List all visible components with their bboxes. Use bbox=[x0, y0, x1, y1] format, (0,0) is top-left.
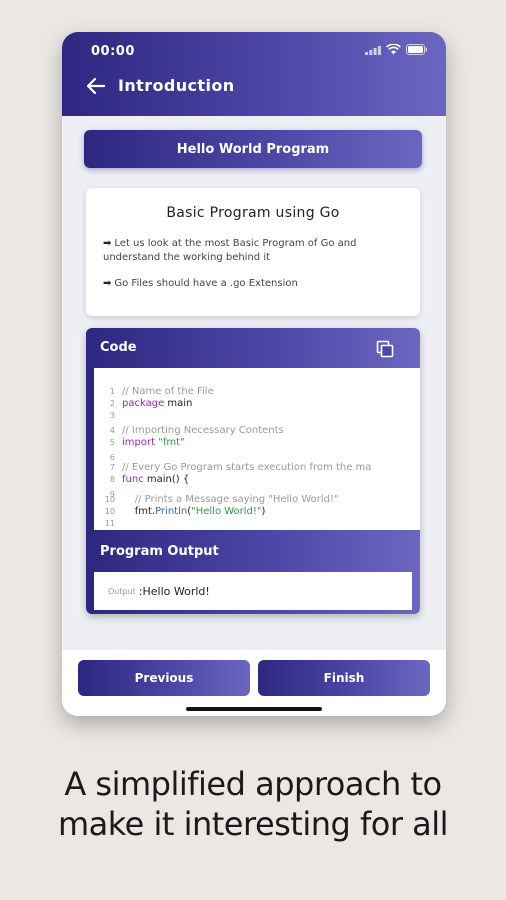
wifi-icon bbox=[386, 44, 401, 55]
topic-header: Hello World Program bbox=[84, 130, 422, 168]
code-token: // Every Go Program starts execution fro… bbox=[122, 462, 372, 473]
line-number: 11 bbox=[104, 519, 115, 528]
arrow-right-icon: ➡ bbox=[103, 238, 112, 249]
line-number: 2 bbox=[109, 399, 115, 408]
line-number: 3 bbox=[109, 411, 115, 420]
line-number: 1 bbox=[109, 387, 115, 396]
topic-label: Hello World Program bbox=[176, 141, 330, 157]
output-label: Output bbox=[108, 586, 136, 596]
status-icons bbox=[365, 44, 428, 55]
code-line: 1 // Name of the File bbox=[94, 386, 214, 398]
code-line: 8 func main() { bbox=[94, 474, 189, 486]
code-token: "fmt" bbox=[158, 437, 185, 448]
code-token: // Importing Necessary Contents bbox=[122, 425, 284, 436]
line-number: 8 bbox=[109, 475, 115, 484]
code-token: main bbox=[164, 398, 193, 409]
code-token: import bbox=[122, 437, 156, 448]
code-header: Code bbox=[100, 340, 137, 355]
code-token: func bbox=[122, 474, 144, 485]
page-title: Introduction bbox=[118, 76, 235, 95]
info-card: Basic Program using Go ➡ Let us look at t… bbox=[86, 188, 420, 316]
output-block: Output :Hello World! bbox=[94, 572, 412, 610]
code-token: package bbox=[122, 398, 165, 409]
code-token: fmt. bbox=[122, 506, 156, 517]
code-token: // Prints a Message saying "Hello World!… bbox=[122, 494, 339, 505]
code-line: 2 package main bbox=[94, 398, 192, 410]
output-header: Program Output bbox=[100, 544, 219, 559]
line-number: 7 bbox=[109, 463, 115, 472]
caption-line: make it interesting for all bbox=[57, 805, 449, 843]
phone-frame: 00:00 Introduction Hello World Program B… bbox=[62, 32, 446, 716]
code-line: 5 import "fmt" bbox=[94, 437, 185, 449]
arrow-right-icon: ➡ bbox=[103, 278, 112, 289]
previous-button[interactable]: Previous bbox=[78, 660, 250, 696]
code-line: 10 // Prints a Message saying "Hello Wor… bbox=[94, 494, 339, 506]
back-arrow-icon[interactable] bbox=[86, 77, 106, 95]
code-line: 7 // Every Go Program starts execution fr… bbox=[94, 462, 372, 474]
code-line: 4 // Importing Necessary Contents bbox=[94, 425, 284, 437]
code-line: 3 bbox=[94, 410, 122, 422]
code-line: 11 bbox=[94, 518, 122, 530]
info-point: ➡ Go Files should have a .go Extension bbox=[103, 278, 298, 289]
info-point: ➡ Let us look at the most Basic Program o… bbox=[103, 238, 357, 263]
battery-icon bbox=[406, 44, 428, 55]
info-title: Basic Program using Go bbox=[166, 205, 340, 221]
line-number: 4 bbox=[109, 426, 115, 435]
caption-line: A simplified approach to bbox=[64, 765, 442, 803]
code-card: Code 1 // Name of the File 2 package main 3 4… bbox=[86, 328, 420, 614]
line-number: 10 bbox=[104, 495, 115, 504]
code-token: // Name of the File bbox=[122, 386, 214, 397]
code-token: main() { bbox=[143, 474, 190, 485]
promo-caption: A simplified approach to make it interes… bbox=[0, 764, 506, 844]
code-line: 10 fmt.Println("Hello World!") bbox=[94, 506, 266, 518]
line-number: 5 bbox=[109, 438, 115, 447]
finish-button[interactable]: Finish bbox=[258, 660, 430, 696]
home-indicator[interactable] bbox=[186, 707, 322, 711]
bottom-nav: Previous Finish bbox=[62, 650, 446, 716]
line-number: 10 bbox=[104, 507, 115, 516]
code-token: Println bbox=[155, 506, 188, 517]
code-token: "Hello World!" bbox=[191, 506, 262, 517]
copy-icon[interactable] bbox=[376, 340, 394, 358]
app-bar: 00:00 Introduction bbox=[62, 32, 446, 116]
code-block[interactable]: 1 // Name of the File 2 package main 3 4 // Im… bbox=[94, 368, 420, 530]
status-time: 00:00 bbox=[91, 44, 135, 59]
code-token: ) bbox=[261, 506, 266, 517]
cellular-signal-icon bbox=[365, 45, 381, 55]
output-value: :Hello World! bbox=[138, 584, 210, 598]
